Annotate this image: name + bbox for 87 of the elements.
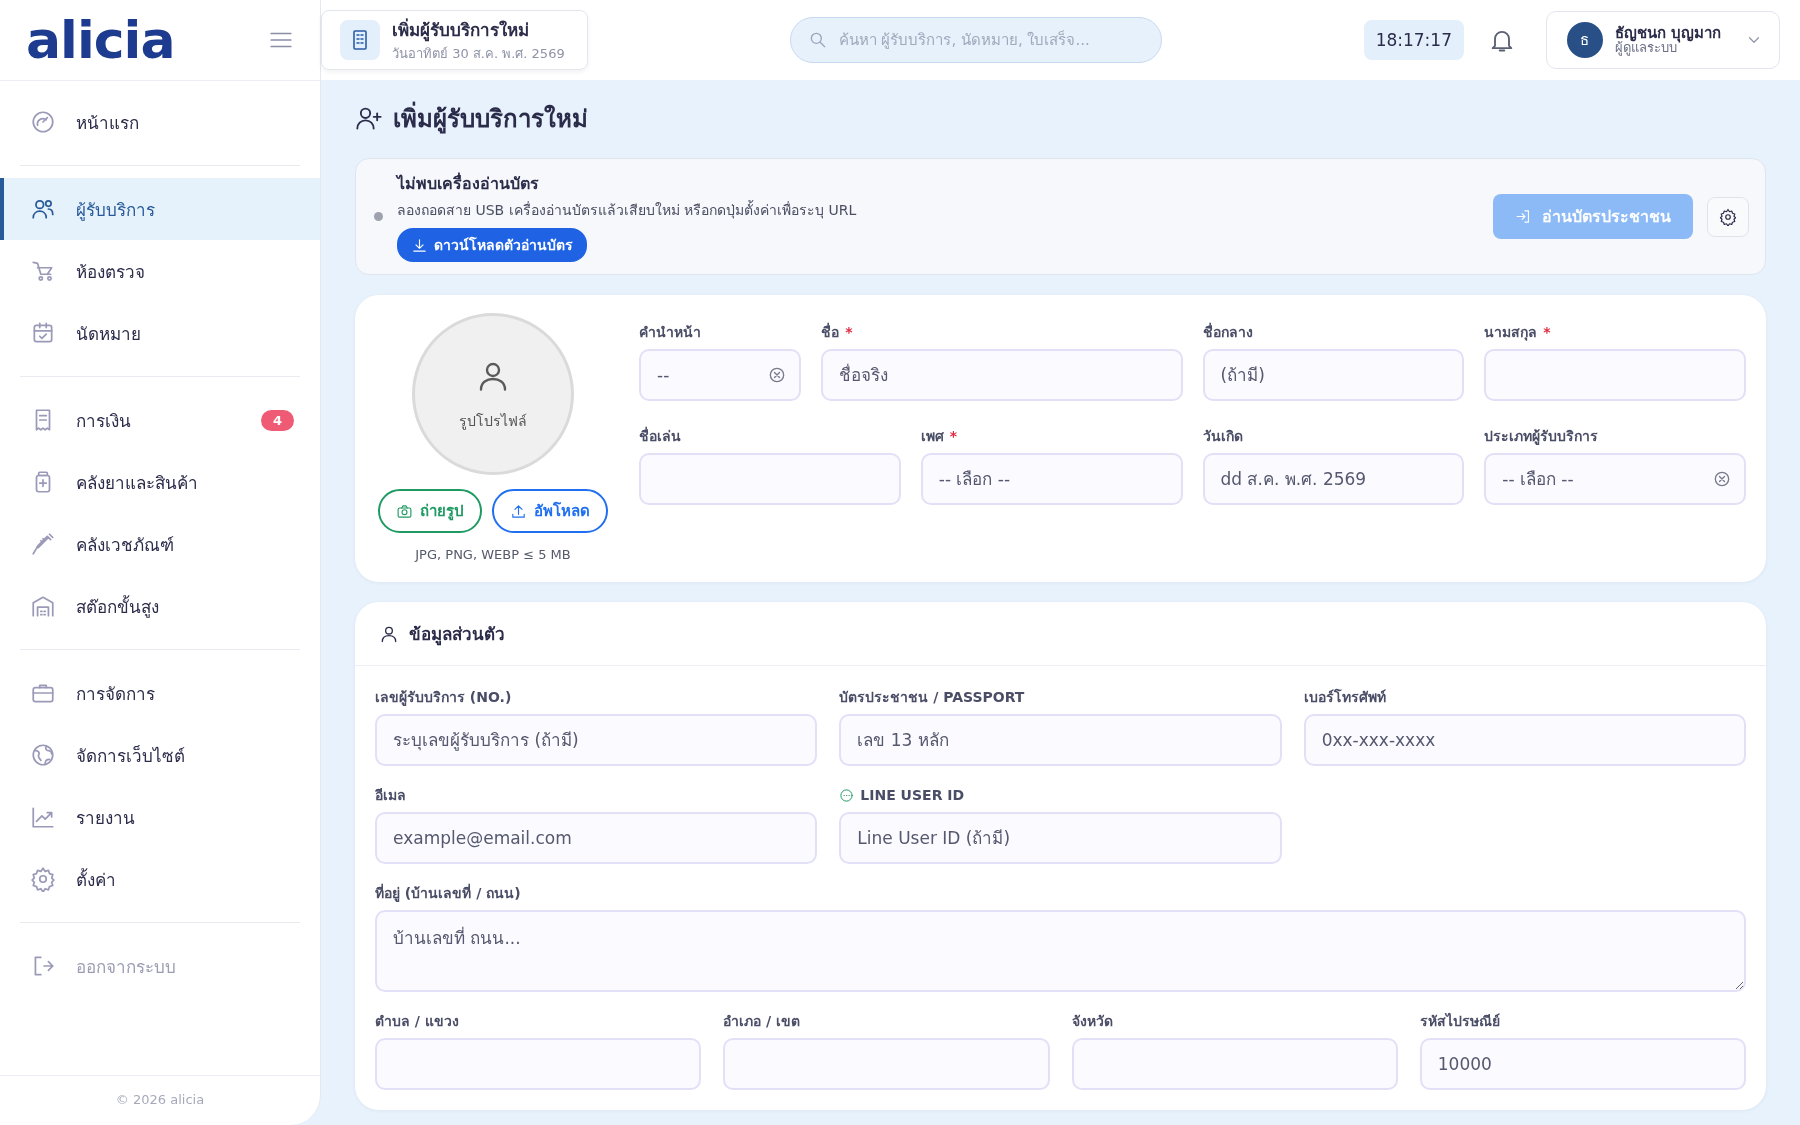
sidebar-item[interactable]: การเงิน 4 [0,389,320,451]
file-hint: JPG, PNG, WEBP ≤ 5 MB [415,547,571,562]
user-role: ผู้ดูแลระบบ [1615,41,1677,56]
input-field[interactable]: dd ส.ค. พ.ศ. 2569 [1202,453,1465,505]
page-tab[interactable]: เพิ่มผู้รับบริการใหม่ วันอาทิตย์ 30 ส.ค. พ.ศ. 2569 [321,10,588,70]
textarea-field[interactable]: บ้านเลขที่ ถนน... [375,910,1746,992]
sidebar-item[interactable]: การจัดการ [0,662,320,724]
user-avatar: ธ [1567,22,1603,58]
clock: 18:17:17 [1363,20,1464,60]
settings-button[interactable] [1707,196,1749,237]
globe-icon [30,742,56,768]
select-field[interactable]: -- [639,349,802,401]
required-mark: * [949,428,958,444]
select-field[interactable]: -- เลือก -- [1484,453,1746,505]
upload-icon [510,502,527,520]
field-label: LINE USER ID [860,787,965,803]
field-label: ตำบล / แขวง [375,1012,459,1031]
sidebar-item[interactable]: รายงาน [0,786,320,848]
field-label: ชื่อกลาง [1202,321,1253,342]
reader-message: ลองถอดสาย USB เครื่องอ่านบัตรแล้วเสียบใหม่ หรือกดปุ่มตั้งค่าเพื่อระบุ URL [397,199,857,221]
input-field[interactable] [639,453,901,505]
sidebar-item[interactable]: นัดหมาย [0,302,320,364]
settings-icon [1719,207,1737,226]
input-field[interactable]: 10000 [1419,1038,1746,1090]
sidebar-item[interactable]: จัดการเว็บไซต์ [0,724,320,786]
sidebar-item[interactable]: ตั้งค่า [0,848,320,910]
input-field[interactable] [375,1038,702,1090]
login-icon [1515,208,1532,225]
field-label: ชื่อเล่น [639,425,681,446]
upload-button[interactable]: อัพโหลด [492,489,608,533]
gauge-icon [30,109,56,135]
field-label: อีเมล [375,786,406,805]
field-label: ที่อยู่ (บ้านเลขที่ / ถนน) [375,882,521,904]
field-label: รหัสไปรษณีย์ [1419,1012,1500,1031]
required-mark: * [845,324,853,340]
download-button[interactable]: ดาวน์โหลดตัวอ่านบัตร [397,228,587,262]
user-menu[interactable]: ธ ธัญชนก บุญมาก ผู้ดูแลระบบ [1546,11,1780,69]
select-field[interactable]: -- เลือก -- [920,453,1183,505]
calendar-icon [30,320,56,346]
camera-icon [396,502,413,520]
input-field[interactable] [1484,349,1746,401]
gear-icon [30,866,56,892]
input-field[interactable]: example@email.com [375,812,818,864]
camera-button[interactable]: ถ่ายรูป [378,489,482,533]
field-label: วันเกิด [1202,427,1243,446]
download-icon [411,236,428,254]
status-dot [374,212,383,221]
input-field[interactable]: Line User ID (ถ้ามี) [839,812,1282,864]
count-badge: 4 [260,409,294,431]
profile-photo-placeholder[interactable]: รูปโปรไฟล์ [412,313,574,475]
field-label: เบอร์โทรศัพท์ [1303,687,1386,707]
sidebar-item[interactable]: ห้องตรวจ [0,240,320,302]
sidebar-item[interactable]: คลังยาและสินค้า [0,451,320,513]
chat-icon [839,787,855,803]
field-label: นามสกุล [1484,323,1538,343]
field-label: บัตรประชาชน / PASSPORT [839,688,1025,707]
input-field[interactable]: ระบุเลขผู้รับบริการ (ถ้ามี) [375,714,818,766]
reader-title: ไม่พบเครื่องอ่านบัตร [397,171,539,195]
tab-title: เพิ่มผู้รับบริการใหม่ [392,17,530,43]
tab-date: วันอาทิตย์ 30 ส.ค. พ.ศ. 2569 [392,45,565,63]
field-label: เลขผู้รับบริการ (NO.) [375,688,512,708]
section-title: ข้อมูลส่วนตัว [409,623,505,647]
field-label: จังหวัด [1071,1012,1113,1031]
input-field[interactable] [723,1038,1050,1090]
sidebar-item[interactable]: ผู้รับบริการ [0,178,320,240]
copyright: © 2026 alicia [0,1075,320,1125]
field-label: ชื่อ [821,321,840,342]
page-title: เพิ่มผู้รับบริการใหม่ [393,98,588,138]
syringe-icon [30,531,56,557]
field-label: คำนำหน้า [639,323,701,342]
input-field[interactable]: ชื่อจริง [821,349,1183,401]
clear-icon[interactable] [1712,469,1732,489]
search-field[interactable]: ค้นหา ผู้รับบริการ, นัดหมาย, ใบเสร็จ... [789,17,1162,63]
required-mark: * [1543,324,1551,340]
input-field[interactable] [1071,1038,1398,1090]
input-field[interactable]: เลข 13 หลัก [839,714,1282,766]
sidebar-item[interactable]: คลังเวชภัณฑ์ [0,513,320,575]
field-label: ประเภทผู้รับบริการ [1484,427,1599,447]
sidebar-item[interactable]: หน้าแรก [0,91,320,153]
input-field[interactable]: (ถ้ามี) [1202,349,1465,401]
field-label: เพศ [920,427,944,446]
user-name: ธัญชนก บุญมาก [1615,24,1723,42]
photo-label: รูปโปรไฟล์ [459,412,527,432]
logo: alicia [26,14,175,66]
sidebar-item[interactable]: สต๊อกขั้นสูง [0,575,320,637]
field-label: อำเภอ / เขต [723,1012,801,1031]
input-field[interactable]: 0xx-xxx-xxxx [1303,714,1746,766]
